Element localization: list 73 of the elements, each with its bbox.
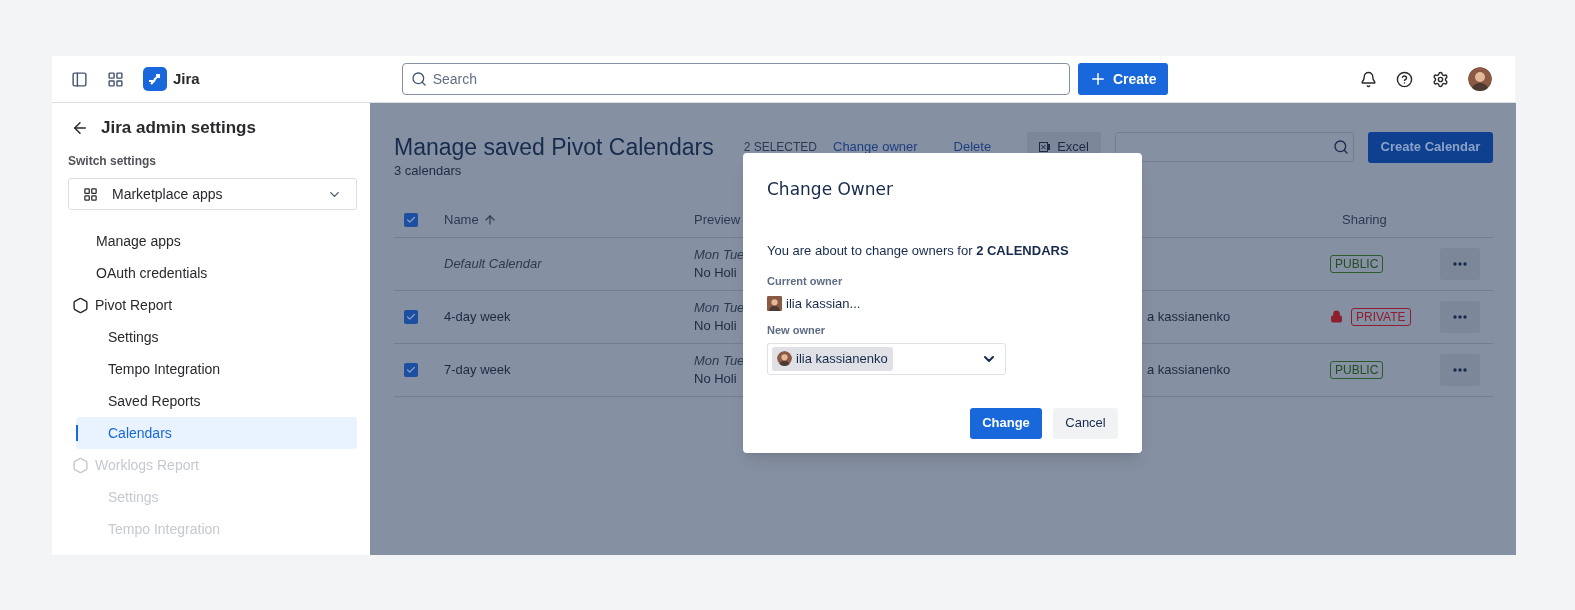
select-all-checkbox[interactable] bbox=[404, 213, 418, 227]
column-header[interactable]: Name bbox=[444, 210, 694, 230]
apps-icon bbox=[83, 186, 98, 202]
nav-item[interactable]: Pivot Report bbox=[68, 289, 357, 321]
sharing-tag: PUBLIC bbox=[1330, 360, 1384, 379]
help-icon[interactable] bbox=[1396, 70, 1413, 88]
new-owner-select[interactable]: ilia kassianenko bbox=[767, 342, 1006, 375]
sidebar-toggle-icon[interactable] bbox=[71, 70, 88, 88]
row-checkbox[interactable] bbox=[404, 309, 418, 324]
preview-days: Mon Tue bbox=[694, 298, 745, 317]
check-icon bbox=[406, 311, 416, 322]
preview-days: Mon Tue bbox=[694, 351, 745, 370]
more-icon bbox=[1453, 314, 1467, 319]
column-header: Preview bbox=[694, 211, 742, 230]
nav-item[interactable]: Calendars bbox=[76, 417, 357, 449]
search-field[interactable]: Search bbox=[401, 63, 1070, 95]
selection-count: 2 SELECTED bbox=[743, 139, 817, 156]
notifications-icon[interactable] bbox=[1360, 70, 1377, 88]
filter-field[interactable] bbox=[1114, 132, 1354, 162]
bulk-action-link[interactable]: Change owner bbox=[833, 137, 918, 157]
avatar-icon bbox=[767, 295, 782, 311]
create-calendar-button[interactable]: Create Calendar bbox=[1367, 131, 1493, 163]
column-header: Sharing bbox=[1342, 211, 1388, 230]
row-checkbox[interactable] bbox=[404, 362, 418, 377]
user-chip: ilia kassianenko bbox=[772, 346, 893, 371]
nav-item[interactable]: Settings bbox=[68, 321, 357, 353]
owner-name: a kassianenko bbox=[1146, 307, 1232, 326]
current-owner: ilia kassian... bbox=[786, 294, 861, 313]
preview-holidays: No Holi bbox=[694, 369, 737, 388]
app-switcher-icon[interactable] bbox=[107, 70, 124, 88]
settings-dropdown[interactable]: Marketplace apps bbox=[68, 178, 357, 210]
calendar-name: 4-day week bbox=[444, 307, 512, 326]
dialog-button[interactable]: Change bbox=[970, 407, 1042, 439]
sharing-tag: PRIVATE bbox=[1351, 307, 1411, 326]
dialog-message: You are about to change owners for 2 CALENDARS bbox=[767, 241, 1070, 260]
search-icon bbox=[410, 71, 427, 87]
calendar-count: 3 calendars bbox=[394, 162, 463, 180]
bulk-action-link[interactable]: Delete bbox=[953, 137, 992, 157]
back-icon[interactable] bbox=[71, 119, 89, 137]
search-icon bbox=[1332, 139, 1349, 155]
lock-icon bbox=[1330, 310, 1343, 323]
field-label: Current owner bbox=[767, 274, 844, 289]
product-name: Jira bbox=[173, 68, 200, 89]
section-label: Switch settings bbox=[68, 153, 157, 170]
sharing-tag: PUBLIC bbox=[1330, 254, 1384, 273]
dialog-button[interactable]: Cancel bbox=[1053, 407, 1118, 439]
more-icon bbox=[1453, 261, 1467, 266]
preview-holidays: No Holi bbox=[694, 263, 737, 282]
nav-item[interactable]: OAuth credentials bbox=[68, 257, 357, 289]
calendar-name: 7-day week bbox=[444, 360, 512, 379]
more-icon bbox=[1453, 367, 1467, 372]
nav-item[interactable]: Manage apps bbox=[68, 225, 357, 257]
check-icon bbox=[406, 215, 416, 225]
app-icon bbox=[72, 456, 89, 474]
spreadsheet-icon bbox=[1039, 141, 1052, 153]
check-icon bbox=[406, 364, 416, 375]
avatar-icon bbox=[1468, 67, 1492, 91]
owner-name: a kassianenko bbox=[1146, 360, 1232, 379]
nav-item[interactable]: Tempo Integration bbox=[68, 353, 357, 385]
preview-holidays: No Holi bbox=[694, 316, 737, 335]
sidebar-title: Jira admin settings bbox=[101, 117, 256, 140]
logo-icon[interactable] bbox=[143, 67, 167, 91]
field-label: New owner bbox=[767, 323, 827, 338]
avatar-icon bbox=[777, 351, 792, 366]
settings-icon[interactable] bbox=[1432, 70, 1449, 88]
preview-days: Mon Tue bbox=[694, 245, 745, 264]
page-title: Manage saved Pivot Calendars bbox=[394, 132, 714, 162]
sort-ascending-icon bbox=[482, 213, 497, 227]
calendar-name: Default Calendar bbox=[444, 254, 543, 273]
app-icon bbox=[72, 296, 89, 314]
create-button[interactable]: Create bbox=[1077, 63, 1168, 95]
dialog-title: Change Owner bbox=[767, 178, 894, 201]
nav-item[interactable]: Saved Reports bbox=[68, 385, 357, 417]
